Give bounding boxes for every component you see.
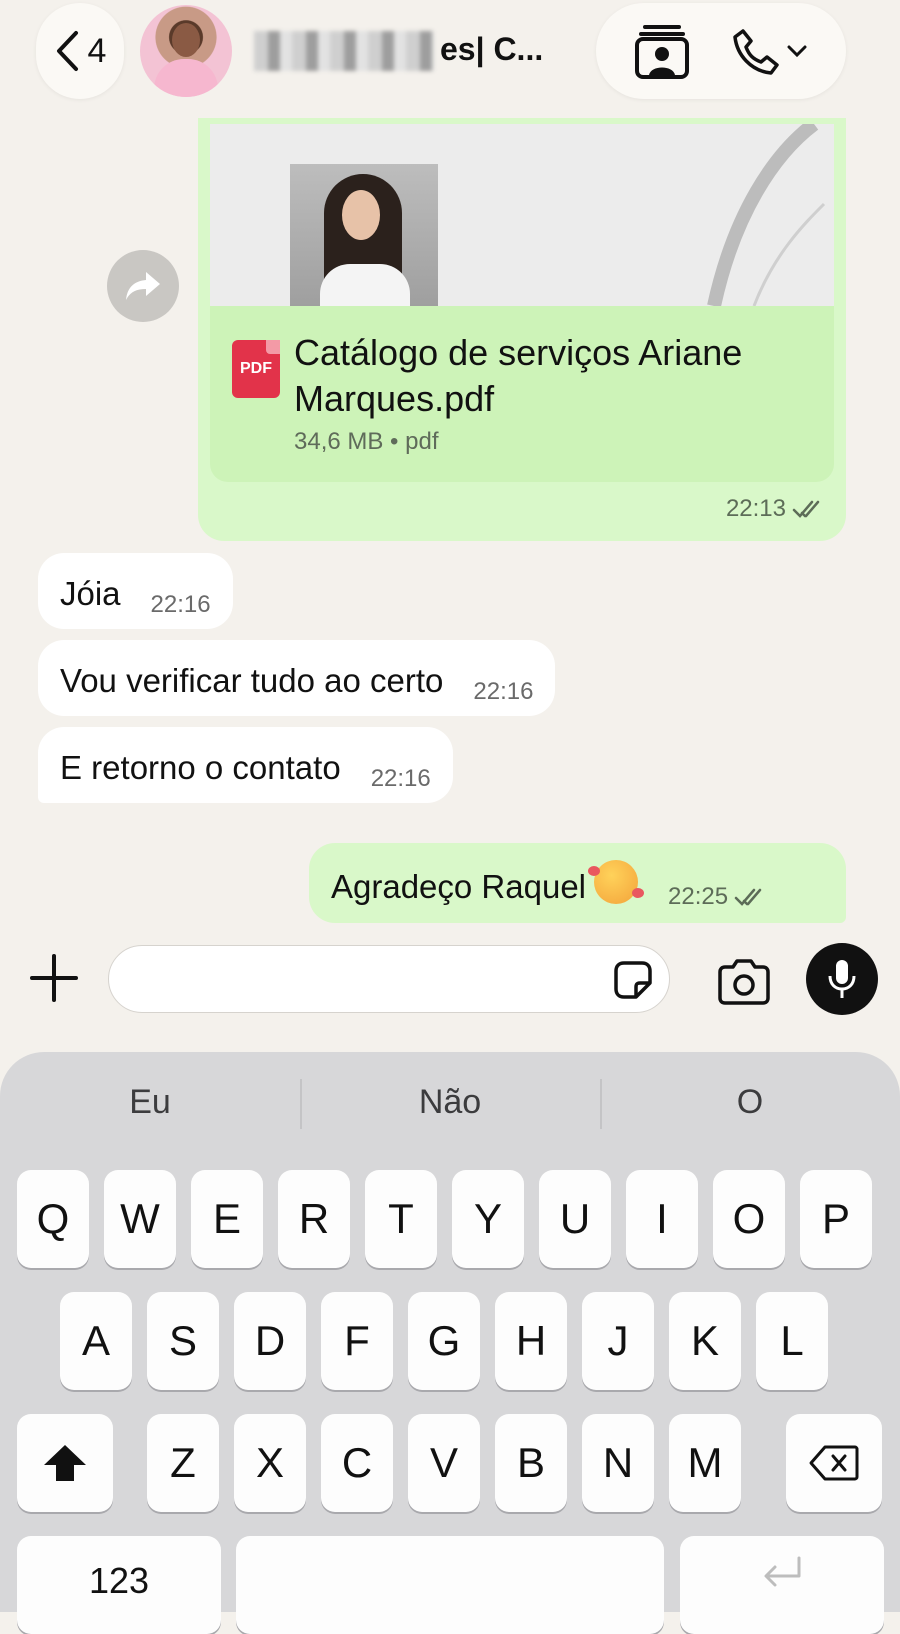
header-actions — [596, 3, 846, 99]
incoming-message[interactable]: E retorno o contato 22:16 — [38, 727, 453, 803]
document-message[interactable]: PDF Catálogo de serviços Ariane Marques.… — [198, 118, 846, 541]
contact-header[interactable]: es| C... — [140, 3, 580, 99]
key-y[interactable]: Y — [452, 1170, 524, 1268]
call-button[interactable] — [731, 27, 807, 75]
message-text: Vou verificar tudo ao certo — [60, 662, 444, 699]
message-time: 22:16 — [370, 765, 431, 792]
key-s[interactable]: S — [147, 1292, 219, 1390]
incoming-message[interactable]: Jóia 22:16 — [38, 553, 233, 629]
key-u[interactable]: U — [539, 1170, 611, 1268]
unread-count: 4 — [87, 31, 107, 70]
key-l[interactable]: L — [756, 1292, 828, 1390]
forward-arrow-icon — [126, 272, 160, 300]
pdf-file-icon: PDF — [232, 340, 280, 398]
avatar[interactable] — [140, 5, 232, 97]
chevron-down-icon — [787, 45, 807, 58]
key-a[interactable]: A — [60, 1292, 132, 1390]
incoming-message[interactable]: Vou verificar tudo ao certo 22:16 — [38, 640, 556, 716]
backspace-icon — [809, 1445, 859, 1481]
key-j[interactable]: J — [582, 1292, 654, 1390]
key-o[interactable]: O — [713, 1170, 785, 1268]
camera-icon[interactable] — [716, 958, 772, 1006]
key-k[interactable]: K — [669, 1292, 741, 1390]
double-check-icon — [734, 888, 762, 906]
document-meta: 34,6 MB • pdf — [294, 428, 439, 455]
return-arrow-icon — [764, 1556, 801, 1587]
message-text: Jóia — [60, 575, 121, 612]
contact-card-icon[interactable] — [635, 23, 689, 79]
backspace-key[interactable] — [786, 1414, 882, 1512]
key-e[interactable]: E — [191, 1170, 263, 1268]
decorative-arc — [707, 124, 826, 306]
shift-key[interactable] — [17, 1414, 113, 1512]
plus-icon[interactable] — [28, 952, 80, 1004]
chevron-left-icon — [56, 31, 78, 71]
document-file-name: Catálogo de serviços Ariane Marques.pdf — [294, 332, 743, 419]
document-cover-photo — [290, 164, 438, 306]
voice-message-button[interactable] — [806, 943, 878, 1015]
message-time: 22:25 — [668, 883, 768, 923]
microphone-icon — [828, 960, 856, 998]
return-key[interactable] — [680, 1536, 884, 1634]
contact-name: es| C... — [254, 31, 543, 72]
key-i[interactable]: I — [626, 1170, 698, 1268]
key-z[interactable]: Z — [147, 1414, 219, 1512]
phone-icon — [733, 29, 779, 75]
message-text: Agradeço Raquel — [331, 851, 645, 923]
document-info[interactable]: PDF Catálogo de serviços Ariane Marques.… — [210, 306, 834, 482]
redacted-name-blur — [254, 31, 434, 72]
key-w[interactable]: W — [104, 1170, 176, 1268]
message-time: 22:13 — [726, 495, 826, 523]
key-q[interactable]: Q — [17, 1170, 89, 1268]
forward-button[interactable] — [107, 250, 179, 322]
message-text: E retorno o contato — [60, 749, 341, 786]
key-x[interactable]: X — [234, 1414, 306, 1512]
key-p[interactable]: P — [800, 1170, 872, 1268]
message-time: 22:16 — [473, 678, 534, 705]
double-check-icon — [792, 500, 820, 518]
message-input[interactable] — [108, 945, 670, 1013]
shift-arrow-icon — [44, 1445, 86, 1481]
document-preview[interactable] — [210, 124, 834, 306]
key-n[interactable]: N — [582, 1414, 654, 1512]
key-m[interactable]: M — [669, 1414, 741, 1512]
key-f[interactable]: F — [321, 1292, 393, 1390]
suggestion[interactable]: Eu — [0, 1083, 300, 1122]
numbers-key[interactable]: 123 — [17, 1536, 221, 1634]
smiling-face-with-hearts-emoji — [588, 860, 645, 904]
message-time: 22:16 — [150, 591, 211, 618]
suggestion[interactable]: Não — [300, 1078, 600, 1129]
key-v[interactable]: V — [408, 1414, 480, 1512]
key-h[interactable]: H — [495, 1292, 567, 1390]
keyboard: Eu Não O Q W E R T Y U I O P A S D F G H… — [0, 1052, 900, 1634]
key-r[interactable]: R — [278, 1170, 350, 1268]
key-b[interactable]: B — [495, 1414, 567, 1512]
key-t[interactable]: T — [365, 1170, 437, 1268]
outgoing-message[interactable]: Agradeço Raquel 22:25 — [309, 843, 846, 923]
suggestion[interactable]: O — [600, 1078, 900, 1129]
key-d[interactable]: D — [234, 1292, 306, 1390]
sticker-icon[interactable] — [610, 957, 656, 1003]
key-c[interactable]: C — [321, 1414, 393, 1512]
key-g[interactable]: G — [408, 1292, 480, 1390]
space-key[interactable] — [236, 1536, 664, 1634]
back-button[interactable]: 4 — [36, 3, 124, 99]
predictive-bar: Eu Não O — [0, 1052, 900, 1152]
